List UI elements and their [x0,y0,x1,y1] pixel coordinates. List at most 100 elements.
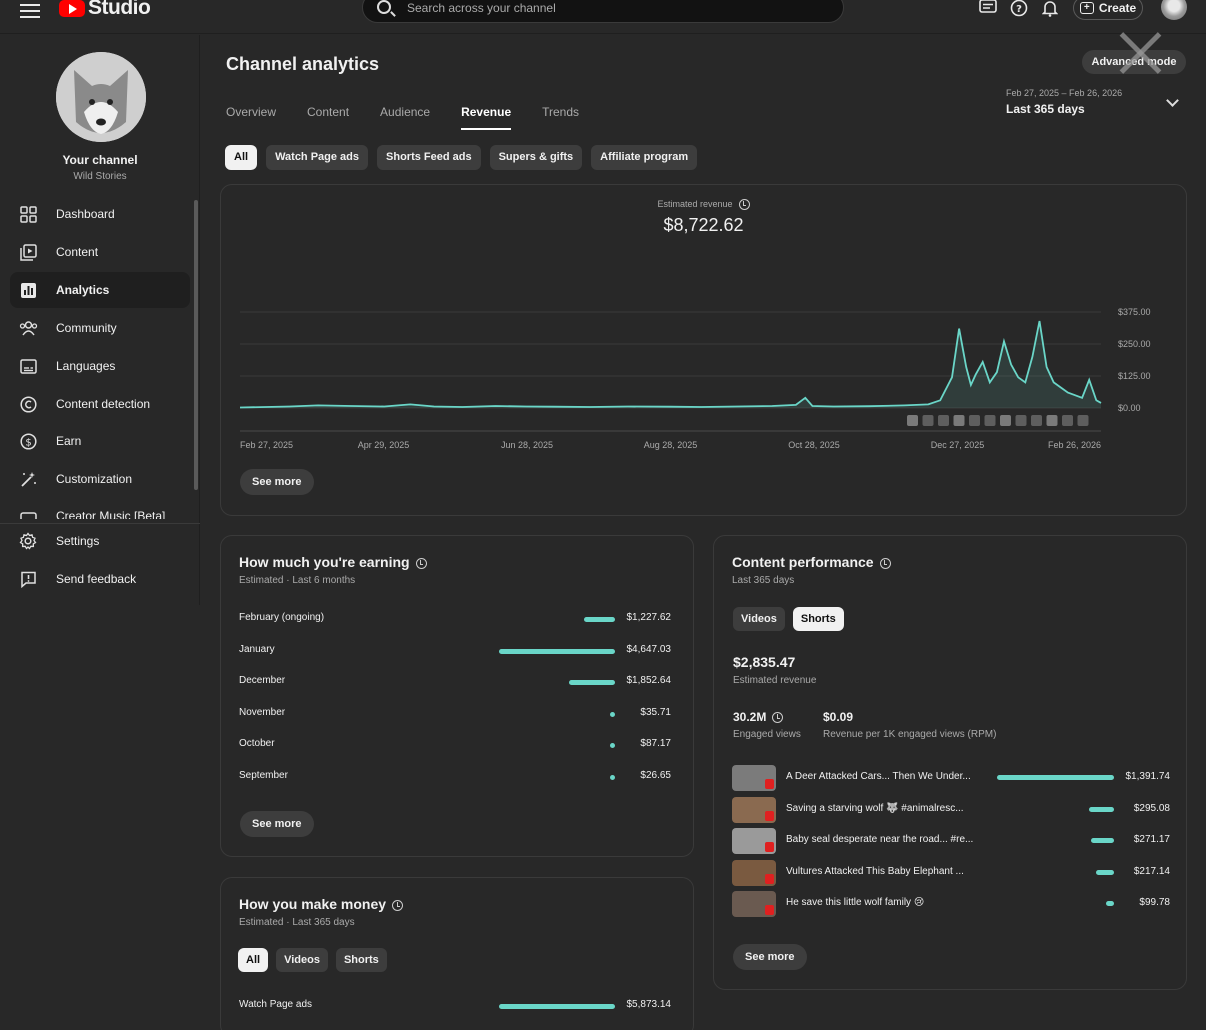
date-range-picker[interactable]: Feb 27, 2025 – Feb 26, 2026 Last 365 day… [1006,88,1122,116]
captions-icon[interactable] [978,0,998,17]
create-button[interactable]: + Create [1073,0,1143,20]
upload-marker[interactable] [938,415,949,426]
sidebar-item-send-feedback[interactable]: Send feedback [10,561,190,597]
search-icon[interactable] [377,0,391,14]
upload-marker[interactable] [1031,415,1042,426]
money-chip-shorts[interactable]: Shorts [335,948,387,972]
music-icon [18,510,38,519]
search-input[interactable] [407,0,827,17]
tab-overview[interactable]: Overview [226,105,276,131]
earning-month-row[interactable]: February (ongoing) $1,227.62 [239,612,671,628]
chevron-down-icon[interactable] [1166,94,1179,107]
sidebar-item-dashboard[interactable]: Dashboard [10,196,190,232]
tab-revenue[interactable]: Revenue [461,105,512,131]
content-item-row[interactable]: Baby seal desperate near the road... #re… [732,828,1170,854]
upload-marker[interactable] [1015,415,1027,426]
upload-marker[interactable] [1077,415,1089,426]
upload-marker[interactable] [1046,415,1058,426]
account-avatar[interactable] [1161,0,1187,20]
upload-marker[interactable] [969,415,980,426]
engaged-views-label: Engaged views [733,729,801,740]
earning-month-row[interactable]: November $35.71 [239,707,671,723]
earning-month-row[interactable]: October $87.17 [239,738,671,754]
help-icon[interactable]: ? [1009,0,1029,17]
video-title[interactable]: A Deer Attacked Cars... Then We Under... [786,771,971,782]
content-item-row[interactable]: Vultures Attacked This Baby Elephant ...… [732,859,1170,886]
y-axis-tick-label: $375.00 [1118,307,1151,317]
video-thumbnail[interactable] [732,859,776,886]
video-title[interactable]: Saving a starving wolf 🐺 #animalresc... [786,803,964,814]
filter-chip-all[interactable]: All [225,145,258,170]
content-performance-subtitle: Last 365 days [732,575,795,586]
info-icon[interactable] [415,557,427,569]
filter-chip-watch-page-ads[interactable]: Watch Page ads [266,145,369,170]
x-axis-tick-label: Aug 28, 2025 [644,440,698,450]
info-icon[interactable] [879,557,891,569]
info-icon[interactable] [392,899,404,911]
content-item-row[interactable]: Saving a starving wolf 🐺 #animalresc... $… [732,796,1170,823]
video-thumbnail[interactable] [732,796,776,823]
earning-month-row[interactable]: September $26.65 [239,770,671,786]
earning-month-label: September [239,769,288,781]
upload-marker[interactable] [922,415,934,426]
sidebar-item-content-detection[interactable]: Content detection [10,386,190,422]
tab-audience[interactable]: Audience [380,105,430,131]
filter-chip-affiliate-program[interactable]: Affiliate program [591,145,698,170]
sidebar-item-creator-music[interactable]: Creator Music [Beta] [10,499,190,519]
content-see-more-button[interactable]: See more [733,944,807,970]
sidebar-item-community[interactable]: Community [10,310,190,346]
x-axis-tick-label: Dec 27, 2025 [931,440,985,450]
sidebar-item-customization[interactable]: Customization [10,461,190,497]
sidebar-item-content[interactable]: Content [10,234,190,270]
studio-logo[interactable]: Studio [59,0,151,20]
upload-marker[interactable] [984,415,996,426]
filter-chip-supers-gifts[interactable]: Supers & gifts [489,145,583,170]
dollar-icon: $ [18,431,38,451]
video-thumbnail[interactable] [732,765,776,791]
video-thumbnail[interactable] [732,828,776,854]
upload-marker[interactable] [1062,415,1073,426]
page-title: Channel analytics [226,54,380,74]
video-revenue-value: $217.14 [1133,865,1170,877]
content-item-row[interactable]: He save this little wolf family 😢 $99.78 [732,891,1170,917]
earning-month-value: $26.65 [640,769,671,781]
video-title[interactable]: Vultures Attacked This Baby Elephant ... [786,866,964,877]
revenue-see-more-button[interactable]: See more [240,469,314,495]
video-title[interactable]: Baby seal desperate near the road... #re… [786,834,973,845]
upload-marker[interactable] [1000,415,1011,426]
content-item-row[interactable]: A Deer Attacked Cars... Then We Under...… [732,765,1170,791]
info-icon[interactable] [772,712,784,724]
video-title[interactable]: He save this little wolf family 😢 [786,897,924,908]
sidebar-item-settings[interactable]: Settings [10,523,190,559]
make-money-card-title: How you make money [239,896,404,912]
sidebar-item-languages[interactable]: Languages [10,348,190,384]
filter-chip-shorts-feed-ads[interactable]: Shorts Feed ads [377,145,481,170]
sidebar-scrollbar[interactable] [194,200,198,490]
revenue-line-chart[interactable]: $375.00 $250.00 $125.00 $0.00 Feb 27, 2025 Ap… [221,185,1188,465]
upload-marker[interactable] [953,415,965,426]
sidebar-item-earn[interactable]: $ Earn [10,423,190,459]
tab-content[interactable]: Content [307,105,349,131]
earning-see-more-button[interactable]: See more [240,811,314,837]
earning-month-row[interactable]: January $4,647.03 [239,644,671,660]
revenue-source-row[interactable]: Watch Page ads $5,873.14 [239,999,671,1015]
channel-avatar[interactable] [56,52,146,142]
youtube-play-icon [59,0,85,17]
video-thumbnail[interactable] [732,891,776,917]
x-axis-tick-label: Oct 28, 2025 [788,440,840,450]
content-chip-videos[interactable]: Videos [733,607,785,631]
tab-trends[interactable]: Trends [542,105,579,131]
sidebar-item-analytics[interactable]: Analytics [10,272,190,308]
earning-month-row[interactable]: December $1,852.64 [239,675,671,691]
close-icon[interactable] [1118,30,1164,76]
upload-marker[interactable] [907,415,918,426]
menu-icon[interactable] [20,0,40,18]
content-chip-shorts[interactable]: Shorts [792,607,844,631]
content-performance-title: Content performance [732,554,891,570]
money-chip-videos[interactable]: Videos [276,948,328,972]
shorts-icon [765,779,774,789]
money-chip-all[interactable]: All [238,948,269,972]
gear-icon [18,531,38,551]
search-box[interactable] [362,0,844,23]
notifications-bell-icon[interactable] [1040,0,1060,17]
